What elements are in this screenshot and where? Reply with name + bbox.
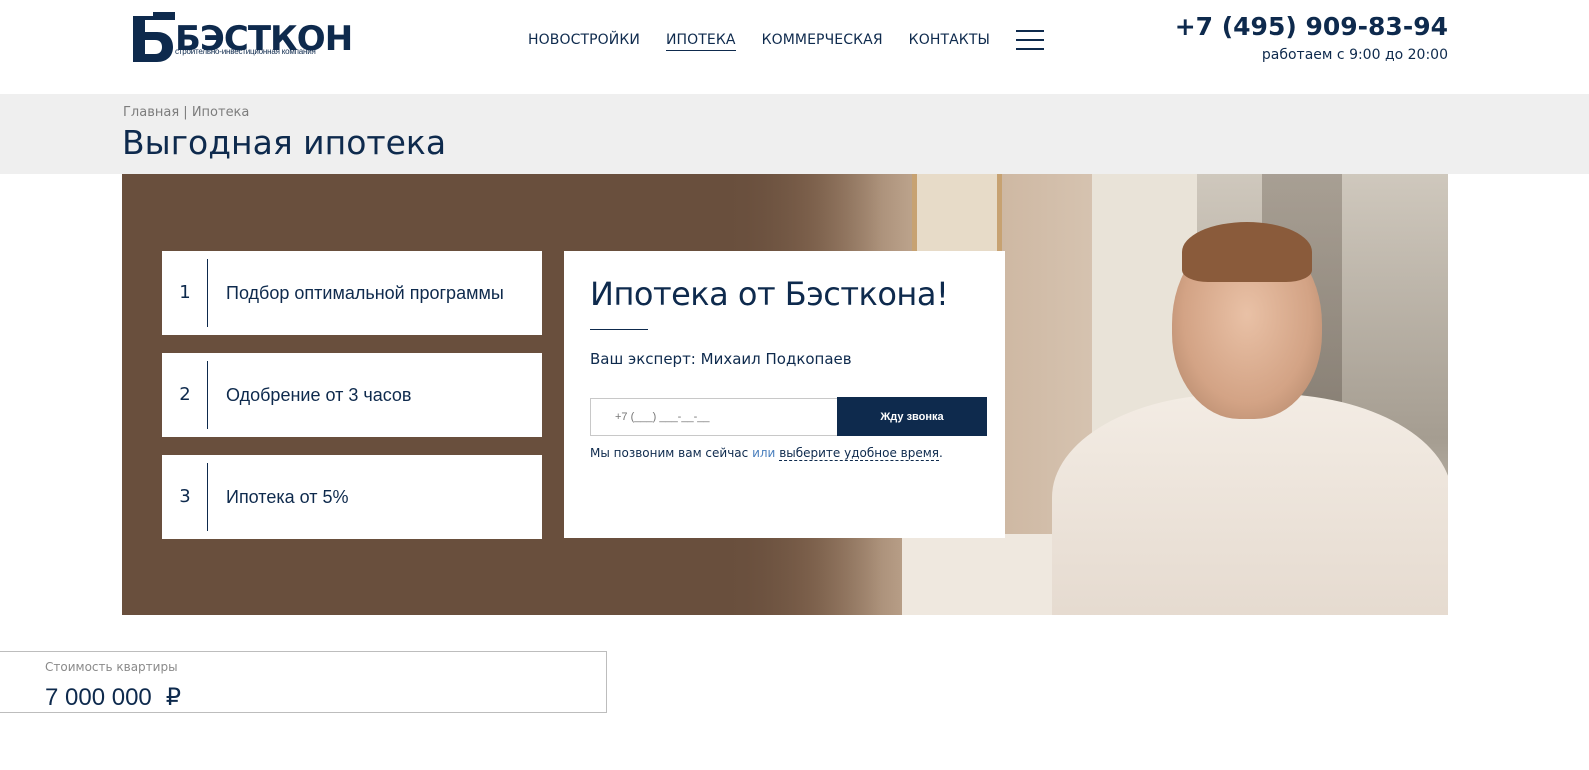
ruble-icon: ₽ [165, 684, 182, 711]
card-title: Ипотека от Бэсткона! [590, 275, 949, 313]
breadcrumb-separator: | [179, 105, 192, 120]
step-item: 2 Одобрение от 3 часов [162, 353, 542, 437]
breadcrumb: Главная | Ипотека [123, 105, 249, 120]
title-underline [590, 329, 648, 330]
main-nav: НОВОСТРОЙКИ ИПОТЕКА КОММЕРЧЕСКАЯ КОНТАКТ… [528, 30, 1044, 52]
step-divider [207, 259, 208, 327]
price-amount: 7 000 000 [45, 684, 152, 711]
step-label: Подбор оптимальной программы [226, 283, 504, 303]
apartment-price-field[interactable]: Стоимость квартиры 7 000 000 ₽ [0, 651, 607, 713]
breadcrumb-current: Ипотека [191, 105, 250, 120]
step-number: 3 [179, 486, 191, 507]
hamburger-menu-icon[interactable] [1015, 30, 1044, 52]
step-item: 1 Подбор оптимальной программы [162, 251, 542, 335]
nav-item-kontakty[interactable]: КОНТАКТЫ [909, 32, 990, 50]
step-label: Ипотека от 5% [226, 487, 349, 507]
breadcrumb-home[interactable]: Главная [123, 105, 179, 120]
title-band: Главная | Ипотека Выгодная ипотека [0, 94, 1589, 174]
site-header: БЭСТКОН строительно-инвестиционная компа… [0, 0, 1589, 94]
nav-item-kommercheskaya[interactable]: КОММЕРЧЕСКАЯ [762, 32, 883, 50]
nav-item-novostroyki[interactable]: НОВОСТРОЙКИ [528, 32, 640, 50]
header-phone[interactable]: +7 (495) 909-83-94 [1175, 12, 1448, 41]
phone-input[interactable] [590, 398, 838, 436]
mortgage-hero: 1 Подбор оптимальной программы 2 Одобрен… [122, 174, 1448, 615]
callback-note: Мы позвоним вам сейчас или выберите удоб… [590, 446, 943, 461]
step-divider [207, 463, 208, 531]
step-item: 3 Ипотека от 5% [162, 455, 542, 539]
page-title: Выгодная ипотека [122, 123, 447, 162]
steps-list: 1 Подбор оптимальной программы 2 Одобрен… [162, 251, 542, 557]
request-call-button[interactable]: Жду звонка [837, 397, 987, 436]
step-divider [207, 361, 208, 429]
company-logo[interactable]: БЭСТКОН строительно-инвестиционная компа… [131, 12, 353, 64]
choose-time-link[interactable]: выберите удобное время [779, 446, 939, 461]
step-number: 1 [179, 282, 191, 303]
working-hours: работаем с 9:00 до 20:00 [1261, 47, 1448, 63]
logo-subtitle: строительно-инвестиционная компания [175, 47, 316, 56]
note-or: или [752, 446, 776, 460]
price-label: Стоимость квартиры [45, 660, 178, 674]
expert-name: Ваш эксперт: Михаил Подкопаев [590, 350, 852, 368]
step-number: 2 [179, 384, 191, 405]
price-value[interactable]: 7 000 000 ₽ [45, 683, 181, 712]
step-label: Одобрение от 3 часов [226, 385, 412, 405]
callback-card: Ипотека от Бэсткона! Ваш эксперт: Михаил… [564, 251, 1005, 538]
note-text: Мы позвоним вам сейчас [590, 446, 753, 460]
nav-item-ipoteka[interactable]: ИПОТЕКА [665, 32, 736, 51]
note-end: . [939, 446, 943, 460]
